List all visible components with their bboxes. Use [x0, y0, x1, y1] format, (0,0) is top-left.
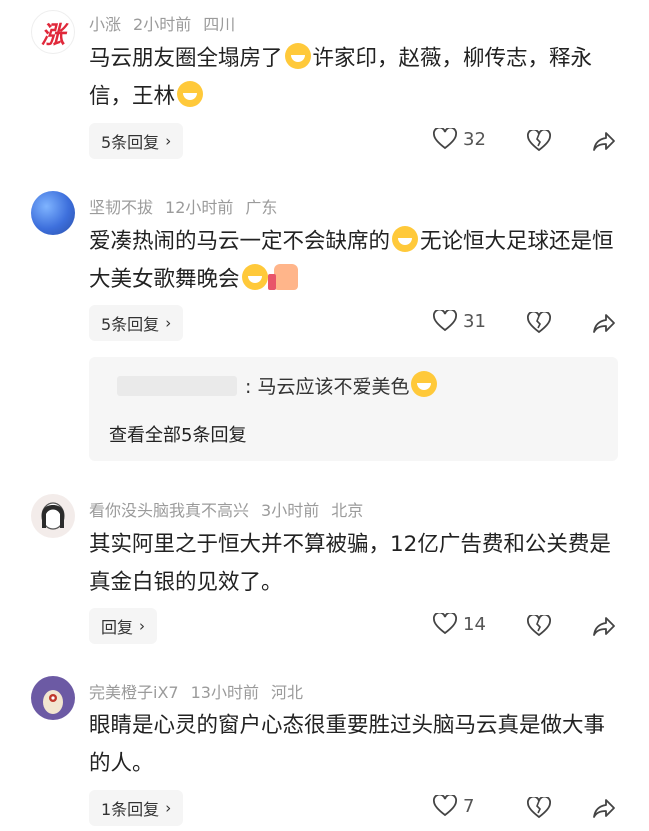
heart-icon [433, 795, 457, 817]
comment-meta: 完美橙子iX7 13小时前 河北 [89, 679, 315, 703]
dislike-button[interactable] [527, 795, 551, 823]
share-icon [593, 132, 615, 151]
share-button[interactable] [592, 797, 616, 823]
view-all-replies-link[interactable]: 查看全部5条回复 [109, 421, 246, 447]
username[interactable]: 看你没头脑我真不高兴 [89, 501, 249, 520]
comment-meta: 坚韧不拔 12小时前 广东 [89, 194, 289, 218]
emoji-laugh-icon [177, 81, 204, 107]
broken-heart-icon [527, 128, 551, 152]
username[interactable]: 小涨 [89, 15, 121, 34]
location: 四川 [203, 15, 236, 34]
share-icon [593, 617, 615, 636]
avatar-illustration [41, 502, 65, 530]
comment-meta: 小涨 2小时前 四川 [89, 11, 247, 35]
like-button[interactable]: 31 [433, 310, 486, 332]
heart-icon [433, 310, 457, 332]
avatar[interactable] [31, 494, 75, 538]
timestamp: 3小时前 [261, 501, 320, 520]
heart-icon [433, 128, 457, 150]
emoji-grin-icon [411, 371, 438, 397]
like-count: 7 [463, 795, 475, 817]
comment-text: 其实阿里之于恒大并不算被骗，12亿广告费和公关费是真金白银的见效了。 [89, 532, 611, 595]
like-count: 31 [463, 310, 486, 332]
heart-icon [433, 613, 457, 635]
thumbs-up-icon [267, 264, 298, 290]
comment-text: 爱凑热闹的马云一定不会缺席的 无论恒大足球还是恒大美女歌舞晚会 [89, 223, 619, 299]
dislike-button[interactable] [527, 128, 551, 156]
location: 河北 [270, 683, 303, 702]
broken-heart-icon [527, 310, 551, 334]
comment-meta: 看你没头脑我真不高兴 3小时前 北京 [89, 497, 375, 521]
share-button[interactable] [592, 130, 616, 156]
share-button[interactable] [592, 615, 616, 641]
avatar-text: 涨 [41, 19, 65, 49]
share-icon [593, 314, 615, 333]
redacted-username [117, 376, 237, 396]
like-button[interactable]: 14 [433, 613, 486, 635]
like-button[interactable]: 32 [433, 128, 486, 150]
emoji-grin-icon [241, 264, 268, 290]
dislike-button[interactable] [527, 310, 551, 338]
avatar[interactable]: 涨 [31, 10, 75, 54]
emoji-grin-icon [392, 226, 419, 252]
username[interactable]: 坚韧不拔 [89, 198, 153, 217]
share-button[interactable] [592, 312, 616, 338]
like-count: 14 [463, 613, 486, 635]
dislike-button[interactable] [527, 613, 551, 641]
sub-reply-box: : 马云应该不爱美色 查看全部5条回复 [89, 357, 618, 461]
sub-reply[interactable]: : 马云应该不爱美色 [117, 371, 439, 399]
share-icon [593, 799, 615, 818]
username[interactable]: 完美橙子iX7 [89, 683, 179, 702]
like-count: 32 [463, 128, 486, 150]
avatar-illustration [43, 690, 63, 714]
location: 北京 [331, 501, 364, 520]
comment-text: 马云朋友圈全塌房了 许家印，赵薇，柳传志，释永信，王林 [89, 40, 619, 116]
avatar[interactable] [31, 676, 75, 720]
location: 广东 [245, 198, 278, 217]
broken-heart-icon [527, 795, 551, 819]
timestamp: 2小时前 [133, 15, 192, 34]
timestamp: 13小时前 [190, 683, 259, 702]
comment-text: 眼睛是心灵的窗户心态很重要胜过头脑马云真是做大事的人。 [89, 713, 606, 776]
emoji-laugh-icon [284, 43, 311, 69]
avatar[interactable] [31, 191, 75, 235]
broken-heart-icon [527, 613, 551, 637]
timestamp: 12小时前 [165, 198, 234, 217]
like-button[interactable]: 7 [433, 795, 474, 817]
